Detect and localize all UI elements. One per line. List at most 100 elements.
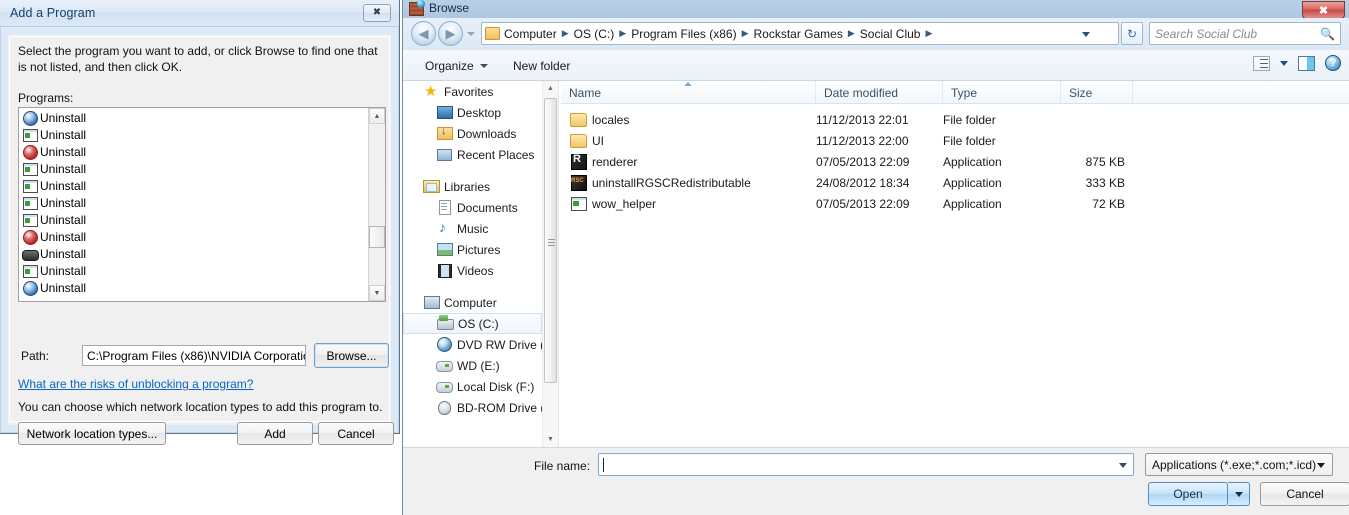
scroll-up-icon[interactable]: ▲ bbox=[369, 108, 385, 124]
sidebar-item-documents[interactable]: Documents bbox=[403, 197, 542, 218]
chevron-right-icon[interactable]: ▶ bbox=[616, 28, 629, 39]
sidebar-item-recent-places[interactable]: Recent Places bbox=[403, 144, 542, 165]
organize-menu-button[interactable]: Organize bbox=[425, 57, 488, 75]
file-type-cell: Application bbox=[943, 154, 1002, 169]
sidebar-section-favorites[interactable]: Favorites bbox=[403, 81, 542, 102]
column-header-type[interactable]: Type bbox=[943, 81, 1061, 104]
list-item[interactable]: Uninstall bbox=[19, 262, 368, 279]
sidebar-item-wd-e[interactable]: WD (E:) bbox=[403, 355, 542, 376]
file-list-pane: Name Date modified Type Size locales 11/1… bbox=[561, 81, 1349, 447]
table-row[interactable]: renderer 07/05/2013 22:09 Application 875 K… bbox=[561, 151, 1349, 172]
path-label: Path: bbox=[21, 349, 50, 363]
chevron-down-icon[interactable] bbox=[1082, 32, 1090, 37]
list-item[interactable]: Uninstall bbox=[19, 279, 368, 296]
sidebar-item-dvd-rw-drive-d[interactable]: DVD RW Drive (D bbox=[403, 334, 542, 355]
breadcrumb-item[interactable]: Program Files (x86) bbox=[629, 27, 738, 41]
scroll-up-icon[interactable]: ▲ bbox=[543, 81, 558, 96]
table-row[interactable]: wow_helper 07/05/2013 22:09 Application 72 … bbox=[561, 193, 1349, 214]
add-button[interactable]: Add bbox=[237, 422, 313, 445]
harddisk-icon bbox=[437, 315, 454, 331]
network-location-types-button[interactable]: Network location types... bbox=[18, 422, 166, 445]
breadcrumb-item[interactable]: Computer bbox=[502, 27, 559, 41]
search-box[interactable]: Search Social Club 🔍 bbox=[1149, 22, 1341, 45]
chevron-right-icon[interactable]: ▶ bbox=[922, 28, 935, 39]
search-input[interactable]: Search Social Club bbox=[1155, 27, 1320, 41]
programs-listbox[interactable]: Uninstall Uninstall Uninstall Uninstall Unin… bbox=[18, 107, 386, 302]
table-row[interactable]: uninstallRGSCRedistributable 24/08/2012 1… bbox=[561, 172, 1349, 193]
sidebar-item-videos[interactable]: Videos bbox=[403, 260, 542, 281]
column-header-date-modified[interactable]: Date modified bbox=[816, 81, 943, 104]
file-name-input[interactable] bbox=[598, 453, 1134, 476]
breadcrumb[interactable]: Computer ▶ OS (C:) ▶ Program Files (x86) ▶ Roc… bbox=[481, 22, 1119, 45]
sidebar-item-bd-rom-drive-c[interactable]: BD-ROM Drive (C bbox=[403, 397, 542, 418]
scroll-down-icon[interactable]: ▼ bbox=[369, 285, 385, 301]
sort-ascending-icon bbox=[684, 82, 692, 86]
table-row[interactable]: locales 11/12/2013 22:01 File folder bbox=[561, 109, 1349, 130]
file-name-cell: wow_helper bbox=[569, 193, 656, 214]
close-icon[interactable]: ✖ bbox=[1302, 1, 1345, 19]
sidebar-item-os-c[interactable]: OS (C:) bbox=[403, 313, 542, 334]
open-button[interactable]: Open bbox=[1148, 482, 1228, 506]
table-row[interactable]: UI 11/12/2013 22:00 File folder bbox=[561, 130, 1349, 151]
help-icon[interactable]: ? bbox=[1325, 55, 1341, 71]
chevron-right-icon[interactable]: ▶ bbox=[559, 28, 572, 39]
list-item[interactable]: Uninstall bbox=[19, 245, 368, 262]
navigation-tree[interactable]: Favorites Desktop Downloads Recent Places Li… bbox=[403, 81, 542, 447]
list-item[interactable]: Uninstall bbox=[19, 177, 368, 194]
chevron-down-icon[interactable] bbox=[1119, 463, 1127, 468]
programs-list[interactable]: Uninstall Uninstall Uninstall Uninstall Unin… bbox=[19, 108, 368, 301]
breadcrumb-item[interactable]: Rockstar Games bbox=[751, 27, 844, 41]
list-item[interactable]: Uninstall bbox=[19, 228, 368, 245]
list-item[interactable]: Uninstall bbox=[19, 126, 368, 143]
new-folder-button[interactable]: New folder bbox=[513, 57, 570, 75]
sidebar-item-local-disk-f[interactable]: Local Disk (F:) bbox=[403, 376, 542, 397]
organize-label: Organize bbox=[425, 59, 474, 73]
scrollbar-thumb[interactable] bbox=[544, 98, 557, 383]
navigation-scrollbar[interactable]: ▲ ▼ bbox=[542, 81, 558, 447]
column-header-size[interactable]: Size bbox=[1061, 81, 1133, 104]
unblocking-risks-link[interactable]: What are the risks of unblocking a progr… bbox=[18, 377, 253, 391]
close-icon[interactable]: ✖ bbox=[363, 4, 391, 22]
list-item[interactable]: Uninstall bbox=[19, 143, 368, 160]
cancel-button[interactable]: Cancel bbox=[1260, 482, 1349, 506]
list-item[interactable]: Uninstall bbox=[19, 109, 368, 126]
refresh-button[interactable]: ↻ bbox=[1121, 22, 1143, 45]
path-input[interactable]: C:\Program Files (x86)\NVIDIA Corporatio… bbox=[82, 345, 306, 366]
open-dropdown-button[interactable] bbox=[1228, 482, 1250, 506]
column-header-name[interactable]: Name bbox=[561, 81, 816, 104]
application-rsc-icon bbox=[569, 175, 587, 191]
pictures-icon bbox=[436, 242, 453, 257]
browse-titlebar: Browse ✖ bbox=[403, 0, 1349, 19]
chevron-down-icon[interactable] bbox=[1280, 60, 1288, 66]
list-item[interactable]: Uninstall bbox=[19, 194, 368, 211]
sidebar-section-libraries[interactable]: Libraries bbox=[403, 176, 542, 197]
cancel-button[interactable]: Cancel bbox=[318, 422, 394, 445]
sidebar-section-computer[interactable]: Computer bbox=[403, 292, 542, 313]
scrollbar-thumb[interactable] bbox=[369, 226, 385, 248]
list-item[interactable]: Uninstall bbox=[19, 211, 368, 228]
file-name-text: UI bbox=[592, 133, 604, 148]
sidebar-item-music[interactable]: Music bbox=[403, 218, 542, 239]
browse-button[interactable]: Browse... bbox=[314, 343, 389, 368]
downloads-icon bbox=[436, 125, 453, 141]
desktop-icon bbox=[436, 105, 453, 120]
programs-scrollbar[interactable]: ▲ ▼ bbox=[368, 108, 385, 301]
back-button-icon[interactable]: ◀ bbox=[411, 21, 436, 46]
breadcrumb-item[interactable]: OS (C:) bbox=[572, 27, 617, 41]
file-type-filter-select[interactable]: Applications (*.exe;*.com;*.icd) bbox=[1145, 453, 1333, 476]
recent-pages-chevron-icon[interactable] bbox=[467, 32, 475, 36]
sidebar-item-pictures[interactable]: Pictures bbox=[403, 239, 542, 260]
forward-button-icon[interactable]: ▶ bbox=[438, 21, 463, 46]
scroll-down-icon[interactable]: ▼ bbox=[543, 432, 558, 447]
preview-pane-icon[interactable] bbox=[1298, 55, 1315, 71]
chevron-right-icon[interactable]: ▶ bbox=[845, 28, 858, 39]
recent-places-icon bbox=[436, 147, 453, 162]
chevron-right-icon[interactable]: ▶ bbox=[739, 28, 752, 39]
text-caret bbox=[603, 457, 604, 472]
file-type-filter-value: Applications (*.exe;*.com;*.icd) bbox=[1152, 457, 1317, 472]
view-mode-icon[interactable] bbox=[1253, 55, 1270, 71]
list-item[interactable]: Uninstall bbox=[19, 160, 368, 177]
sidebar-item-desktop[interactable]: Desktop bbox=[403, 102, 542, 123]
breadcrumb-item[interactable]: Social Club bbox=[858, 27, 923, 41]
sidebar-item-downloads[interactable]: Downloads bbox=[403, 123, 542, 144]
